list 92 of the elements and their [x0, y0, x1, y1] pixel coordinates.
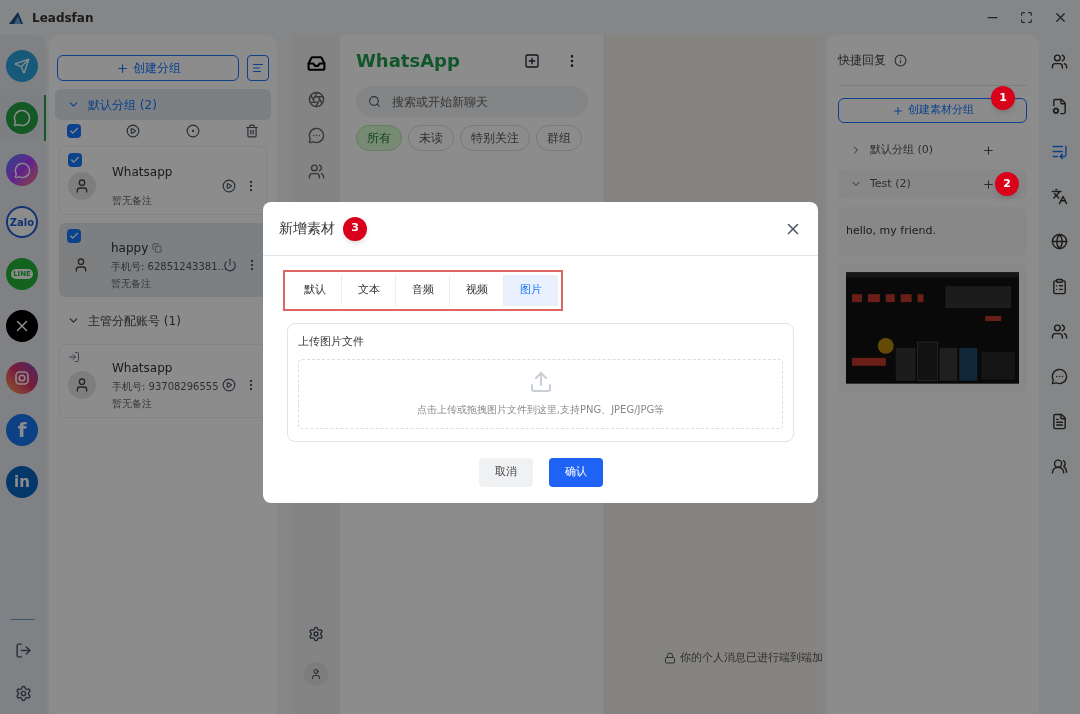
checkmark-icon	[69, 126, 79, 136]
upload-icon	[528, 370, 553, 394]
new-chat-icon[interactable]	[524, 52, 540, 69]
people-icon[interactable]	[307, 162, 325, 180]
avatar-icon	[74, 177, 90, 194]
linkedin-icon[interactable]: in	[6, 466, 38, 498]
settings-icon[interactable]	[308, 626, 324, 642]
delete-icon[interactable]	[245, 124, 259, 138]
avatar-icon	[73, 257, 89, 273]
tab[interactable]: 音频	[396, 275, 450, 306]
play-icon[interactable]	[126, 124, 141, 138]
inbox-icon[interactable]	[306, 53, 326, 73]
facebook-icon[interactable]: f	[6, 414, 38, 446]
filter-chip[interactable]: 所有	[356, 125, 402, 151]
add-icon[interactable]	[982, 143, 995, 157]
collapse-button[interactable]	[247, 55, 269, 81]
zalo-icon[interactable]: Zalo	[6, 206, 38, 238]
login-icon	[68, 351, 80, 363]
x-icon[interactable]	[6, 310, 38, 342]
upload-dropzone[interactable]: 点击上传或拖拽图片文件到这里,支持PNG、JPEG/JPG等	[298, 358, 783, 429]
group-icon[interactable]	[1051, 458, 1068, 475]
stop-icon[interactable]	[185, 124, 200, 138]
phone-number: 手机号: 62851243381...	[111, 260, 228, 274]
create-group-button[interactable]: 创建分组	[57, 55, 239, 81]
app-tab[interactable]: in	[0, 459, 46, 505]
globe-icon[interactable]	[1051, 233, 1068, 250]
account-note: 暂无备注	[112, 194, 153, 208]
window-title: Leadsfan	[32, 9, 94, 27]
close-icon[interactable]	[1053, 10, 1068, 25]
clipboard-icon[interactable]	[1051, 278, 1068, 295]
checkmark-icon	[70, 155, 80, 165]
checkbox[interactable]	[67, 229, 81, 243]
plus-icon	[891, 104, 904, 117]
person-icon	[310, 668, 322, 680]
add-icon[interactable]	[982, 177, 995, 191]
copy-icon[interactable]	[152, 243, 163, 253]
step-marker: 3	[343, 216, 367, 241]
logout-icon[interactable]	[14, 642, 32, 659]
settings-icon[interactable]	[14, 685, 32, 702]
checkbox[interactable]	[68, 153, 82, 167]
tab[interactable]: 文本	[342, 275, 396, 306]
document-icon[interactable]	[1051, 413, 1068, 430]
aperture-icon[interactable]	[307, 90, 325, 108]
text-reply-card[interactable]: hello, my friend.	[838, 207, 1027, 256]
messenger-icon[interactable]	[6, 154, 38, 186]
select-all-checkbox[interactable]	[67, 124, 81, 138]
account-note: 暂无备注	[111, 277, 152, 291]
profile-avatar[interactable]	[304, 662, 328, 686]
contacts-icon[interactable]	[1051, 53, 1068, 70]
dialog-title: 新增素材	[279, 219, 335, 238]
account-note: 暂无备注	[112, 397, 153, 411]
doc-settings-icon[interactable]	[1051, 98, 1068, 115]
panel-title: 快捷回复	[838, 52, 886, 69]
plus-icon	[115, 61, 129, 75]
tab[interactable]: 默认	[288, 275, 342, 306]
chat-list-title: WhatsApp	[356, 49, 460, 73]
avatar-icon	[74, 377, 90, 393]
instagram-icon[interactable]	[6, 362, 38, 394]
phone-number: 手机号: 93708296555	[112, 380, 219, 394]
group-header[interactable]: 主管分配账号 (1)	[55, 305, 271, 336]
app-tab[interactable]: Zalo	[0, 199, 46, 245]
contacts-icon[interactable]	[1051, 323, 1068, 340]
quick-reply-icon[interactable]	[1051, 143, 1068, 160]
translate-icon[interactable]	[1051, 188, 1068, 205]
account-name: happy	[111, 240, 149, 257]
app-logo-icon	[8, 10, 24, 25]
account-name: Whatsapp	[112, 164, 173, 181]
step-marker: 1	[991, 86, 1015, 110]
cancel-button[interactable]: 取消	[478, 457, 533, 487]
upload-hint: 点击上传或拖拽图片文件到这里,支持PNG、JPEG/JPG等	[416, 403, 665, 417]
upload-label: 上传图片文件	[298, 334, 365, 350]
lock-icon	[664, 651, 676, 664]
account-card[interactable]: Whatsapp 暂无备注	[59, 146, 267, 215]
account-name: Whatsapp	[112, 360, 173, 377]
group-header[interactable]: 默认分组 (0)	[838, 135, 1027, 165]
app-tab[interactable]: f	[0, 407, 46, 453]
checkmark-icon	[69, 231, 79, 241]
encryption-notice: 你的个人消息已进行端到端加	[680, 649, 823, 666]
play-icon[interactable]	[222, 378, 236, 392]
info-icon[interactable]	[894, 53, 907, 67]
tab[interactable]: 图片	[504, 275, 558, 306]
outdent-icon	[252, 62, 264, 74]
chat-bubble-icon[interactable]	[307, 126, 325, 144]
play-icon[interactable]	[222, 178, 236, 193]
group-header[interactable]: 默认分组 (2)	[55, 89, 271, 120]
telegram-icon[interactable]	[6, 50, 38, 82]
maximize-icon[interactable]	[1020, 11, 1033, 24]
confirm-button[interactable]: 确认	[548, 457, 603, 487]
chat-icon[interactable]	[1051, 368, 1068, 385]
whatsapp-icon[interactable]	[6, 102, 38, 134]
search-icon	[368, 95, 381, 108]
search-field[interactable]: 搜索或开始新聊天	[356, 86, 588, 117]
